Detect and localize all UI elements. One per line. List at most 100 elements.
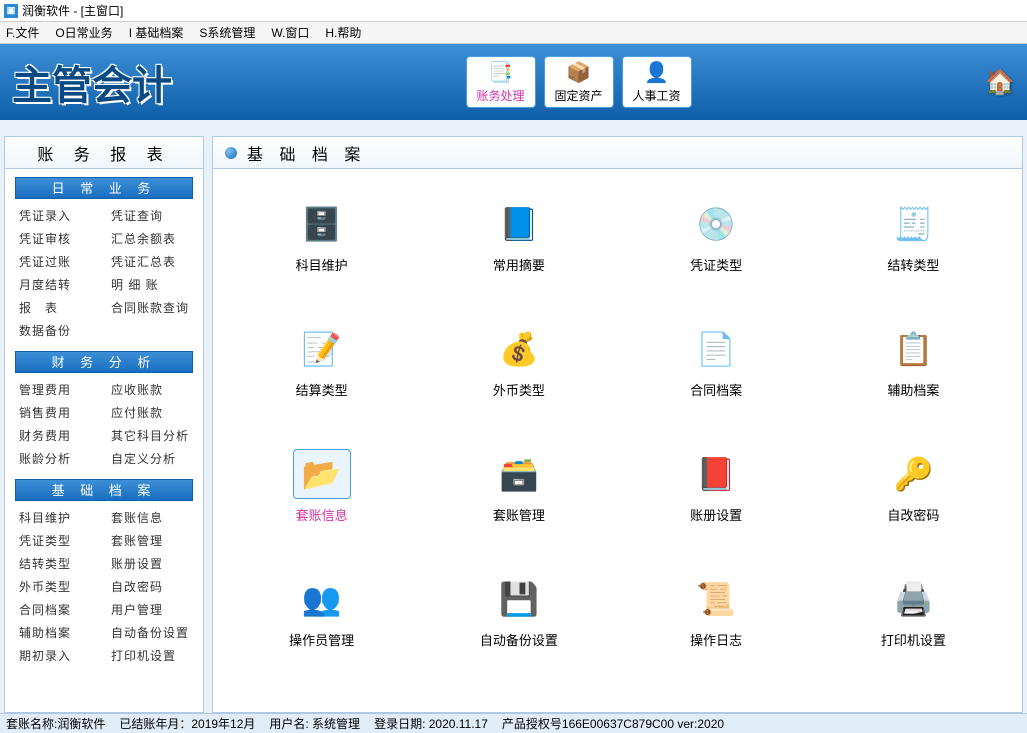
section-base-links: 科目维护 套账信息凭证类型 套账管理结转类型 账册设置外币类型 自改密码合同档案 用户管理… xyxy=(5,505,203,668)
menu-help[interactable]: H.帮助 xyxy=(325,24,361,41)
sidebar-link[interactable]: 套账管理 xyxy=(111,532,189,549)
sidebar-link[interactable]: 其它科目分析 xyxy=(111,427,189,444)
app-item-label: 套账管理 xyxy=(493,505,545,524)
app-item-printer-setting[interactable]: 🖨️打印机设置 xyxy=(825,574,1002,649)
account-info-icon: 📂 xyxy=(293,449,351,499)
sidebar-link[interactable]: 凭证过账 xyxy=(19,253,93,270)
aux-archive-icon: 📋 xyxy=(884,324,942,374)
status-user: 用户名: 系统管理 xyxy=(269,715,360,732)
sidebar-link[interactable]: 自改密码 xyxy=(111,578,189,595)
sidebar-title: 账 务 报 表 xyxy=(5,137,203,169)
currency-type-icon: 💰 xyxy=(490,324,548,374)
app-item-label: 账册设置 xyxy=(690,505,742,524)
banner: 主管会计 📑 账务处理 📦 固定资产 👤 人事工资 🏠 xyxy=(0,44,1027,120)
banner-btn-hr[interactable]: 👤 人事工资 xyxy=(622,56,692,108)
app-icon: ▣ xyxy=(4,4,18,18)
menu-system[interactable]: S系统管理 xyxy=(199,24,255,41)
app-item-operation-log[interactable]: 📜 操作日志 xyxy=(628,574,805,649)
sidebar-link[interactable]: 财务费用 xyxy=(19,427,93,444)
hr-icon: 👤 xyxy=(644,60,669,85)
sidebar-link[interactable]: 期初录入 xyxy=(19,647,93,664)
app-item-operator-manage[interactable]: 👥操作员管理 xyxy=(233,574,410,649)
section-daily-header: 日 常 业 务 xyxy=(15,177,193,199)
logo-text: 主管会计 xyxy=(12,53,172,111)
menu-bar: F.文件 O日常业务 I 基础档案 S系统管理 W.窗口 H.帮助 xyxy=(0,22,1027,44)
voucher-type-icon: 💿 xyxy=(687,199,745,249)
sidebar-link[interactable]: 汇总余额表 xyxy=(111,230,189,247)
tax-icon[interactable]: 🏠 xyxy=(985,68,1015,97)
app-item-label: 操作日志 xyxy=(690,630,742,649)
app-item-auto-backup[interactable]: 💾 自动备份设置 xyxy=(430,574,607,649)
carryover-type-icon: 🧾 xyxy=(884,199,942,249)
section-finance-links: 管理费用 应收账款销售费用 应付账款财务费用 其它科目分析账龄分析 自定义分析 xyxy=(5,377,203,471)
sidebar-link[interactable]: 打印机设置 xyxy=(111,647,189,664)
app-item-account-info[interactable]: 📂套账信息 xyxy=(233,449,410,524)
app-item-carryover-type[interactable]: 🧾结转类型 xyxy=(825,199,1002,274)
operation-log-icon: 📜 xyxy=(687,574,745,624)
sidebar-link[interactable]: 科目维护 xyxy=(19,509,93,526)
sidebar-link[interactable]: 凭证录入 xyxy=(19,207,93,224)
main-title: 基 础 档 案 xyxy=(213,137,1022,169)
app-item-change-password[interactable]: 🔑自改密码 xyxy=(825,449,1002,524)
sidebar-link[interactable]: 外币类型 xyxy=(19,578,93,595)
app-item-contract-archive[interactable]: 📄 合同档案 xyxy=(628,324,805,399)
title-bullet-icon xyxy=(225,147,237,159)
app-item-voucher-type[interactable]: 💿 凭证类型 xyxy=(628,199,805,274)
sidebar-link[interactable]: 合同档案 xyxy=(19,601,93,618)
app-item-account-manage[interactable]: 🗃️套账管理 xyxy=(430,449,607,524)
sidebar-link[interactable]: 报 表 xyxy=(19,299,93,316)
menu-file[interactable]: F.文件 xyxy=(6,24,39,41)
app-item-settle-type[interactable]: 📝结算类型 xyxy=(233,324,410,399)
icon-grid: 🗄️科目维护 📘常用摘要 💿 凭证类型 🧾结转类型 📝结算类型 💰 外币类型 📄 合同档案 📋辅助档… xyxy=(213,169,1022,679)
status-account: 套账名称:润衡软件 xyxy=(6,715,105,732)
app-item-label: 外币类型 xyxy=(493,380,545,399)
app-item-subject-maint[interactable]: 🗄️科目维护 xyxy=(233,199,410,274)
sidebar-link[interactable]: 用户管理 xyxy=(111,601,189,618)
banner-btn-label: 固定资产 xyxy=(555,87,603,104)
sidebar-link[interactable]: 应收账款 xyxy=(111,381,189,398)
app-item-aux-archive[interactable]: 📋辅助档案 xyxy=(825,324,1002,399)
sidebar-link[interactable]: 账龄分析 xyxy=(19,450,93,467)
section-daily-links: 凭证录入 凭证查询凭证审核 汇总余额表凭证过账 凭证汇总表月度结转 明 细 账报 表 合同… xyxy=(5,203,203,343)
sidebar-link[interactable]: 凭证类型 xyxy=(19,532,93,549)
menu-window[interactable]: W.窗口 xyxy=(271,24,309,41)
status-bar: 套账名称:润衡软件 已结账年月：2019年12月 用户名: 系统管理 登录日期:… xyxy=(0,713,1027,733)
sidebar-link[interactable]: 合同账款查询 xyxy=(111,299,189,316)
sidebar-link[interactable]: 月度结转 xyxy=(19,276,93,293)
menu-daily[interactable]: O日常业务 xyxy=(55,24,112,41)
sidebar-link xyxy=(111,322,189,339)
app-item-currency-type[interactable]: 💰 外币类型 xyxy=(430,324,607,399)
banner-btn-fixed-assets[interactable]: 📦 固定资产 xyxy=(544,56,614,108)
sidebar-link[interactable]: 结转类型 xyxy=(19,555,93,572)
sidebar-link[interactable]: 销售费用 xyxy=(19,404,93,421)
main-panel: 基 础 档 案 🗄️科目维护 📘常用摘要 💿 凭证类型 🧾结转类型 📝结算类型 💰 外币类型 📄… xyxy=(212,136,1023,713)
sidebar-link[interactable]: 自定义分析 xyxy=(111,450,189,467)
app-item-label: 科目维护 xyxy=(296,255,348,274)
app-item-book-setting[interactable]: 📕账册设置 xyxy=(628,449,805,524)
banner-btn-accounts[interactable]: 📑 账务处理 xyxy=(466,56,536,108)
app-item-common-abstract[interactable]: 📘常用摘要 xyxy=(430,199,607,274)
sidebar-link[interactable]: 应付账款 xyxy=(111,404,189,421)
sidebar-link[interactable]: 管理费用 xyxy=(19,381,93,398)
sidebar-link[interactable]: 凭证汇总表 xyxy=(111,253,189,270)
title-bar: ▣ 润衡软件 - [主窗口] xyxy=(0,0,1027,22)
auto-backup-icon: 💾 xyxy=(490,574,548,624)
sidebar-link[interactable]: 套账信息 xyxy=(111,509,189,526)
sidebar-link[interactable]: 数据备份 xyxy=(19,322,93,339)
contract-archive-icon: 📄 xyxy=(687,324,745,374)
status-closed-month: 已结账年月：2019年12月 xyxy=(119,715,255,732)
sidebar-link[interactable]: 明 细 账 xyxy=(111,276,189,293)
operator-manage-icon: 👥 xyxy=(293,574,351,624)
status-login-date: 登录日期: 2020.11.17 xyxy=(374,715,488,732)
settle-type-icon: 📝 xyxy=(293,324,351,374)
sidebar-link[interactable]: 凭证查询 xyxy=(111,207,189,224)
app-item-label: 合同档案 xyxy=(690,380,742,399)
app-item-label: 自动备份设置 xyxy=(480,630,558,649)
sidebar-link[interactable]: 账册设置 xyxy=(111,555,189,572)
app-item-label: 打印机设置 xyxy=(881,630,946,649)
sidebar-link[interactable]: 凭证审核 xyxy=(19,230,93,247)
app-item-label: 凭证类型 xyxy=(690,255,742,274)
sidebar-link[interactable]: 自动备份设置 xyxy=(111,624,189,641)
menu-base[interactable]: I 基础档案 xyxy=(129,24,184,41)
sidebar-link[interactable]: 辅助档案 xyxy=(19,624,93,641)
